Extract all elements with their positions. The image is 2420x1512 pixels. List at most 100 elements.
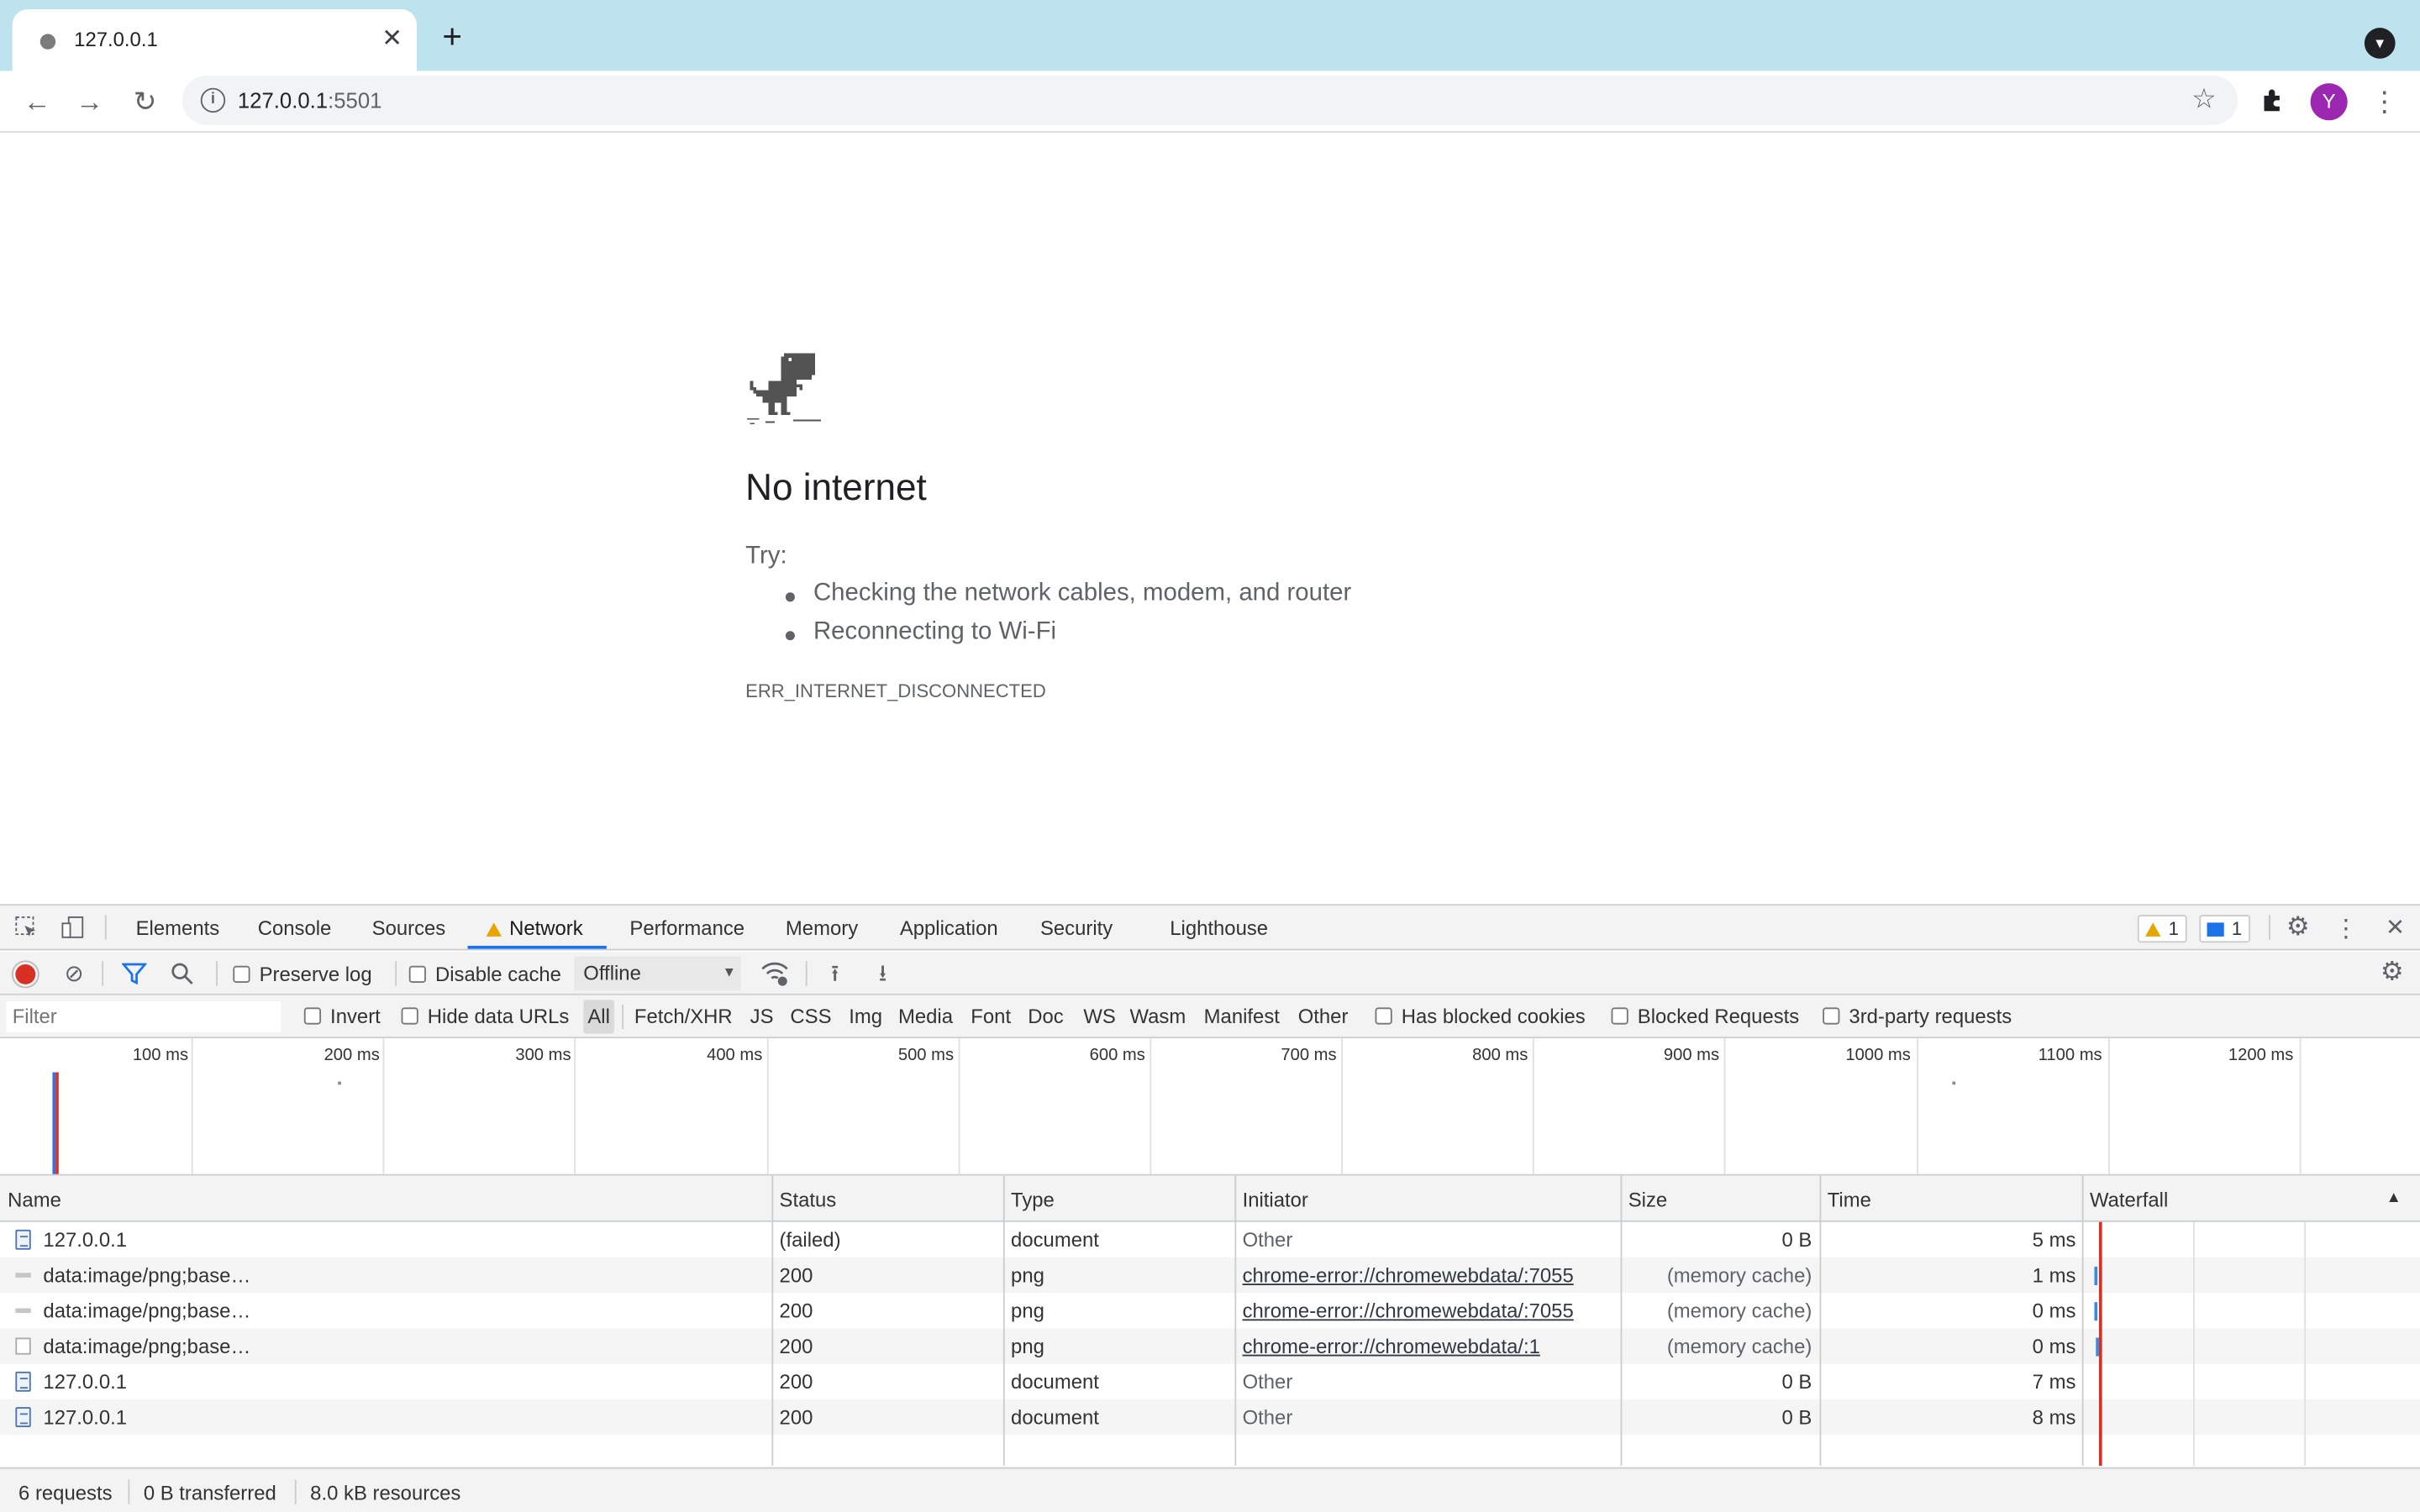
search-icon[interactable] xyxy=(170,961,194,994)
messages-badge[interactable]: 1 xyxy=(2199,915,2250,943)
close-devtools-icon[interactable]: ✕ xyxy=(2383,913,2407,941)
column-name[interactable]: Name xyxy=(8,1188,61,1211)
column-divider[interactable] xyxy=(1234,1175,1237,1466)
column-size[interactable]: Size xyxy=(1628,1188,1667,1211)
tab-performance[interactable]: Performance xyxy=(629,916,744,940)
chevron-down-icon: ▼ xyxy=(722,963,736,980)
request-initiator-link[interactable]: chrome-error://chromewebdata/:7055 xyxy=(1243,1263,1574,1287)
address-bar[interactable]: i 127.0.0.1:5501 ☆ xyxy=(182,76,2238,125)
filter-type-js[interactable]: JS xyxy=(750,1005,774,1028)
divider xyxy=(622,1004,624,1030)
settings-gear-icon[interactable]: ⚙ xyxy=(2284,912,2312,943)
tick-label: 100 ms xyxy=(132,1046,189,1065)
tab-search-icon[interactable]: ▼ xyxy=(2364,28,2396,59)
filter-funnel-icon[interactable] xyxy=(120,961,148,994)
column-divider[interactable] xyxy=(1002,1175,1005,1466)
warnings-badge[interactable]: 1 xyxy=(2137,915,2187,943)
back-icon[interactable]: ← xyxy=(15,81,58,123)
network-conditions-icon[interactable] xyxy=(760,959,791,995)
request-type: png xyxy=(1011,1299,1044,1323)
table-row[interactable]: data:image/png;base… 200 png chrome-erro… xyxy=(0,1328,2420,1364)
clear-icon[interactable]: ⊘ xyxy=(60,959,88,987)
filter-type-all[interactable]: All xyxy=(583,1000,615,1034)
request-initiator-link[interactable]: chrome-error://chromewebdata/:1 xyxy=(1243,1335,1540,1358)
tab-sources[interactable]: Sources xyxy=(372,916,446,940)
reload-icon[interactable]: ↻ xyxy=(124,81,166,123)
hide-data-urls-checkbox[interactable]: Hide data URLs xyxy=(401,1005,569,1027)
active-tab-indicator xyxy=(467,945,607,949)
dino-icon[interactable] xyxy=(746,350,822,425)
filter-type-font[interactable]: Font xyxy=(971,1005,1011,1028)
forward-icon[interactable]: → xyxy=(68,81,111,123)
filter-type-manifest[interactable]: Manifest xyxy=(1204,1005,1280,1028)
extensions-icon[interactable] xyxy=(2260,87,2287,122)
new-tab-icon[interactable]: + xyxy=(435,19,469,55)
filter-type-media[interactable]: Media xyxy=(898,1005,953,1028)
devtools-menu-icon[interactable]: ⋮ xyxy=(2333,913,2358,944)
filter-bar: Filter Invert Hide data URLs All Fetch/X… xyxy=(0,995,2420,1039)
table-row[interactable]: 127.0.0.1 200 document Other 0 B 7 ms xyxy=(0,1364,2420,1399)
tab-memory[interactable]: Memory xyxy=(786,916,858,940)
table-row[interactable]: data:image/png;base… 200 png chrome-erro… xyxy=(0,1293,2420,1328)
inspect-element-icon[interactable] xyxy=(13,915,40,946)
grid-line xyxy=(191,1038,193,1174)
column-divider[interactable] xyxy=(1620,1175,1623,1466)
table-row[interactable]: 127.0.0.1 (failed) document Other 0 B 5 … xyxy=(0,1222,2420,1257)
request-initiator-link[interactable]: chrome-error://chromewebdata/:7055 xyxy=(1243,1299,1574,1323)
table-row[interactable]: 127.0.0.1 200 document Other 0 B 8 ms xyxy=(0,1399,2420,1436)
filter-type-css[interactable]: CSS xyxy=(790,1005,831,1028)
preserve-log-checkbox[interactable]: Preserve log xyxy=(233,963,372,986)
site-info-icon[interactable]: i xyxy=(200,87,226,113)
suggestion-item: Reconnecting to Wi-Fi xyxy=(785,619,1056,647)
column-initiator[interactable]: Initiator xyxy=(1243,1188,1308,1211)
import-har-icon[interactable]: ⭱ xyxy=(823,958,847,997)
request-type: document xyxy=(1011,1370,1099,1394)
throttling-select[interactable]: Offline ▼ xyxy=(574,956,741,991)
timeline-overview[interactable]: 100 ms 200 ms 300 ms 400 ms 500 ms 600 m… xyxy=(0,1038,2420,1176)
request-name: data:image/png;base… xyxy=(43,1299,251,1323)
bookmark-star-icon[interactable]: ☆ xyxy=(2191,83,2217,116)
profile-avatar[interactable]: Y xyxy=(2310,83,2348,121)
waterfall-bar xyxy=(2094,1266,2098,1286)
record-button[interactable] xyxy=(15,963,36,984)
tab-lighthouse[interactable]: Lighthouse xyxy=(1170,916,1268,940)
tab-network[interactable]: Network xyxy=(486,916,583,940)
has-blocked-cookies-checkbox[interactable]: Has blocked cookies xyxy=(1375,1005,1586,1027)
tab-console[interactable]: Console xyxy=(258,916,332,940)
sort-ascending-icon[interactable]: ▲ xyxy=(2386,1189,2402,1206)
filter-type-wasm[interactable]: Wasm xyxy=(1129,1005,1186,1028)
device-toggle-icon[interactable] xyxy=(59,915,87,946)
image-icon xyxy=(15,1308,31,1314)
tab-application[interactable]: Application xyxy=(900,916,998,940)
table-row[interactable]: data:image/png;base… 200 png chrome-erro… xyxy=(0,1257,2420,1294)
tab-close-icon[interactable]: ✕ xyxy=(376,24,408,55)
request-status: (failed) xyxy=(779,1228,841,1252)
network-settings-gear-icon[interactable]: ⚙ xyxy=(2378,957,2406,988)
filter-type-img[interactable]: Img xyxy=(849,1005,882,1028)
filter-type-ws[interactable]: WS xyxy=(1083,1005,1115,1028)
column-status[interactable]: Status xyxy=(780,1188,837,1211)
column-divider[interactable] xyxy=(771,1175,774,1466)
invert-checkbox[interactable]: Invert xyxy=(303,1005,381,1027)
third-party-requests-checkbox[interactable]: 3rd-party requests xyxy=(1823,1005,2012,1027)
request-initiator: Other xyxy=(1242,1405,1293,1429)
column-divider[interactable] xyxy=(2081,1175,2084,1466)
browser-menu-icon[interactable]: ⋮ xyxy=(2370,83,2398,120)
blocked-requests-checkbox[interactable]: Blocked Requests xyxy=(1611,1005,1799,1027)
filter-type-other[interactable]: Other xyxy=(1298,1005,1349,1028)
column-type[interactable]: Type xyxy=(1011,1188,1055,1211)
filter-type-doc[interactable]: Doc xyxy=(1028,1005,1063,1028)
error-code: ERR_INTERNET_DISCONNECTED xyxy=(745,680,1046,702)
tab-elements[interactable]: Elements xyxy=(136,916,220,940)
column-time[interactable]: Time xyxy=(1828,1188,1871,1211)
export-har-icon[interactable]: ⭳ xyxy=(871,958,895,997)
column-waterfall[interactable]: Waterfall xyxy=(2090,1188,2168,1211)
filter-input[interactable]: Filter xyxy=(6,1001,281,1032)
column-divider[interactable] xyxy=(1819,1175,1822,1466)
filter-type-fetch-xhr[interactable]: Fetch/XHR xyxy=(634,1005,733,1028)
tick-label: 200 ms xyxy=(324,1046,380,1065)
browser-tab[interactable]: 127.0.0.1 ✕ xyxy=(12,9,417,71)
disable-cache-checkbox[interactable]: Disable cache xyxy=(408,963,561,986)
tab-security[interactable]: Security xyxy=(1040,916,1113,940)
request-size: 0 B xyxy=(1781,1405,1812,1429)
